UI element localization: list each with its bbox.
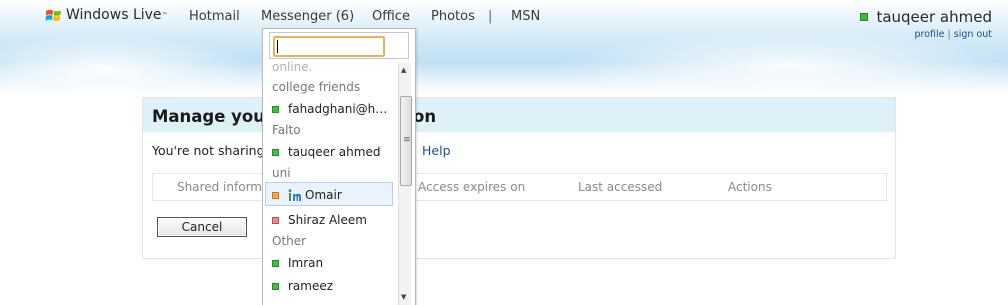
top-navigation: Windows Live ™ Hotmail Messenger (6) Offi…	[0, 0, 1008, 40]
online-status-icon	[860, 13, 869, 21]
sign-out-link[interactable]: sign out	[954, 29, 992, 40]
help-link[interactable]: Help	[422, 143, 451, 158]
profile-link[interactable]: profile	[915, 29, 945, 40]
panel-title-end: on	[413, 107, 437, 126]
user-name: tauqeer ahmed	[876, 8, 992, 26]
scrollbar-thumb[interactable]: ≡	[400, 96, 412, 186]
text-cursor	[277, 40, 278, 53]
messenger-contact-dropdown: online. college friends fahadghani@h… Fa…	[262, 28, 416, 305]
account-links: profile | sign out	[860, 29, 993, 40]
contact-search-input[interactable]	[273, 36, 385, 57]
away-status-icon	[272, 191, 279, 199]
im-icon	[288, 188, 301, 201]
column-shared-information: Shared informa	[177, 180, 270, 194]
user-name-button[interactable]: tauqeer ahmed	[860, 8, 992, 26]
user-area: tauqeer ahmed profile | sign out	[860, 8, 992, 40]
contact-list-scrollbar[interactable]: ▲ ≡ ▼	[398, 63, 412, 305]
contact-shiraz-aleem[interactable]: Shiraz Aleem	[272, 213, 367, 227]
nav-messenger[interactable]: Messenger (6)	[261, 9, 354, 24]
column-actions: Actions	[728, 180, 772, 194]
contact-fahadghani[interactable]: fahadghani@h…	[272, 102, 387, 116]
scroll-down-arrow-icon[interactable]: ▼	[401, 293, 406, 301]
online-status-icon	[272, 105, 279, 113]
online-status-icon	[272, 282, 279, 290]
contact-tauqeer-ahmed[interactable]: tauqeer ahmed	[272, 145, 380, 159]
contact-omair[interactable]: Omair	[272, 188, 342, 202]
links-separator: |	[947, 29, 951, 40]
panel-title: Manage your	[152, 107, 274, 126]
contact-rameez[interactable]: rameez	[272, 279, 333, 293]
nav-office[interactable]: Office	[372, 9, 410, 24]
contact-imran[interactable]: Imran	[272, 256, 323, 270]
nav-separator: |	[488, 9, 493, 24]
group-college-friends[interactable]: college friends	[272, 80, 360, 94]
scroll-grip-icon: ≡	[403, 135, 411, 145]
trademark: ™	[161, 11, 168, 19]
nav-hotmail[interactable]: Hotmail	[189, 9, 240, 24]
group-online: online.	[272, 60, 313, 74]
online-status-icon	[272, 259, 279, 267]
cancel-button[interactable]: Cancel	[157, 217, 247, 237]
contact-name: Imran	[288, 256, 324, 270]
manage-sharing-panel: Manage your on You're not sharing Help S…	[142, 97, 896, 259]
column-access-expires: Access expires on	[418, 180, 526, 194]
group-other[interactable]: Other	[272, 234, 306, 248]
contact-name: Omair	[305, 188, 342, 202]
nav-msn[interactable]: MSN	[511, 9, 540, 24]
group-uni[interactable]: uni	[272, 166, 291, 180]
windows-live-logo[interactable]: Windows Live ™	[45, 7, 168, 23]
windows-flag-icon	[45, 9, 61, 21]
contact-name: fahadghani@h…	[288, 102, 388, 116]
sharing-status-text: You're not sharing	[152, 143, 265, 158]
busy-status-icon	[272, 216, 279, 224]
scroll-up-arrow-icon[interactable]: ▲	[401, 66, 406, 74]
group-falto[interactable]: Falto	[272, 123, 301, 137]
cloud-decoration	[0, 35, 260, 90]
logo-text: Windows Live	[66, 7, 162, 23]
contact-name: tauqeer ahmed	[288, 145, 381, 159]
contact-name: rameez	[288, 279, 334, 293]
online-status-icon	[272, 148, 279, 156]
column-last-accessed: Last accessed	[578, 180, 663, 194]
search-container	[269, 32, 409, 59]
nav-photos[interactable]: Photos	[431, 9, 475, 24]
contact-name: Shiraz Aleem	[288, 213, 367, 227]
